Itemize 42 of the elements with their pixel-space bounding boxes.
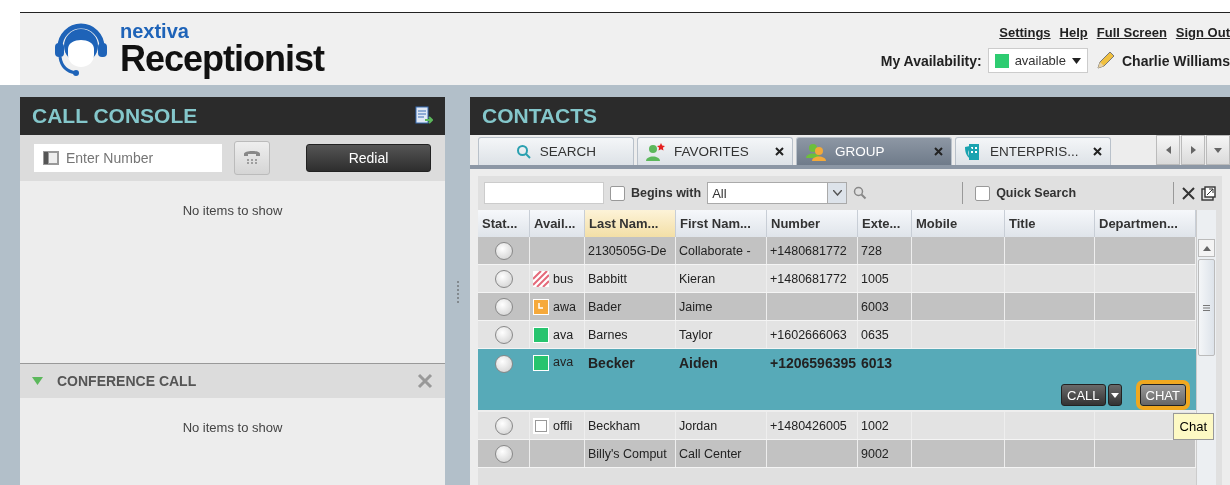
table-cell: Becker xyxy=(588,355,635,371)
checkbox-label: Begins with xyxy=(631,186,702,200)
user-name: Charlie Williams xyxy=(1121,52,1230,69)
table-cell: Collaborate - xyxy=(679,243,751,258)
table-cell: Jaime xyxy=(679,299,713,314)
brand-name: nextiva xyxy=(120,21,189,41)
table-cell: +1480681772 xyxy=(770,243,847,258)
empty-message: No items to show xyxy=(181,202,284,218)
table-cell: 6003 xyxy=(861,299,889,314)
table-cell: Beckham xyxy=(588,418,641,433)
panel-title: CONTACTS xyxy=(482,104,598,128)
table-cell: Billy's Comput xyxy=(588,446,667,461)
product-name: Receptionist xyxy=(120,41,325,77)
table-cell: Jordan xyxy=(679,418,718,433)
table-cell: ava xyxy=(553,355,574,369)
panel-title: CALL CONSOLE xyxy=(32,104,198,128)
table-cell: 2130505G-De xyxy=(588,243,667,258)
table-cell: Bader xyxy=(588,299,622,314)
table-cell: 9002 xyxy=(861,446,889,461)
tooltip: Chat xyxy=(1172,413,1214,440)
table-cell: Barnes xyxy=(588,327,628,342)
table-cell: Babbitt xyxy=(588,271,627,286)
table-cell: offli xyxy=(553,418,573,433)
table-cell: 1005 xyxy=(861,271,889,286)
table-cell: Taylor xyxy=(679,327,713,342)
availability-label: My Availability: xyxy=(880,52,982,69)
table-cell: ava xyxy=(553,327,574,342)
table-cell: +1480681772 xyxy=(770,271,847,286)
table-cell: Aiden xyxy=(679,355,718,371)
table-cell: awa xyxy=(553,299,576,314)
table-cell: +1480426005 xyxy=(770,418,847,433)
table-cell: 728 xyxy=(861,243,882,258)
checkbox-label: Quick Search xyxy=(996,186,1077,200)
table-cell: Call Center xyxy=(679,446,742,461)
table-cell: Kieran xyxy=(679,271,716,286)
table-cell: 0635 xyxy=(861,327,889,342)
table-cell: bus xyxy=(553,271,574,286)
table-cell: 6013 xyxy=(861,355,893,371)
empty-message: No items to show xyxy=(181,419,284,435)
table-cell: +1602666063 xyxy=(770,327,847,342)
table-cell: 1002 xyxy=(861,418,889,433)
table-cell: +1206596395 xyxy=(770,355,857,371)
